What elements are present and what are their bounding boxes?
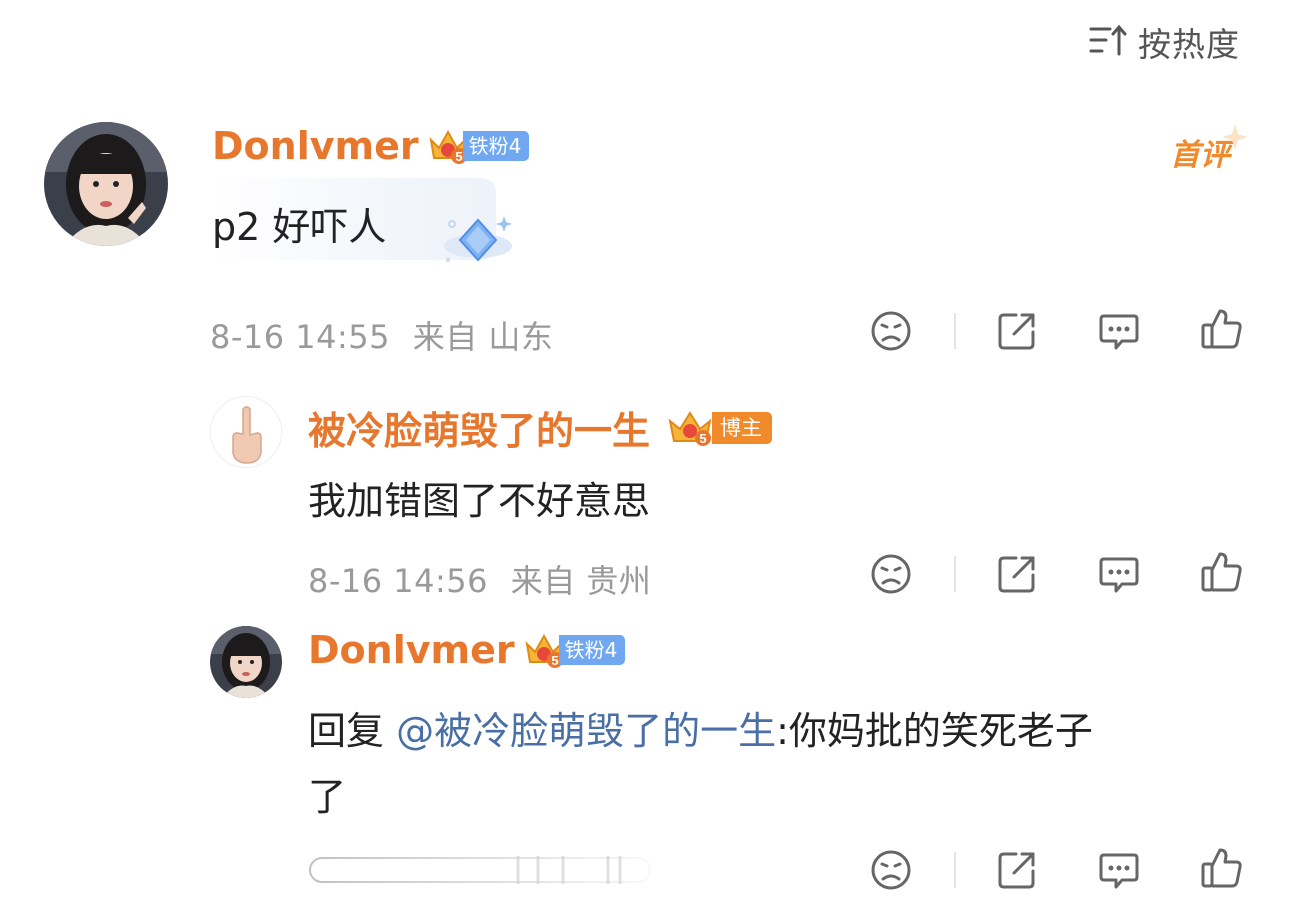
comment-time: 8-16 14:56 [308,562,489,600]
comment-1-header: Donlvmer 5 铁粉4 [212,124,530,168]
comment-location: 来自 贵州 [510,562,652,600]
reply-text: :你妈批的笑死老子 [776,709,1093,753]
comment-time: 8-16 14:55 [210,318,391,356]
comment-3-header: Donlvmer 5 铁粉4 [308,628,626,672]
like-icon[interactable] [1200,550,1244,594]
reply-prefix: 回复 [308,709,397,753]
username[interactable]: 被冷脸萌毁了的一生 [308,400,650,455]
svg-text:5: 5 [699,431,706,446]
divider [954,556,956,592]
avatar[interactable] [210,626,282,698]
sparkle-icon [1222,124,1248,150]
comment-2-header: 被冷脸萌毁了的一生 5 博主 [308,400,773,455]
sort-icon [1088,22,1128,62]
fan-badge-label: 铁粉4 [558,635,626,665]
comment-text: 我加错图了不好意思 [308,479,651,523]
crown-icon: 5 [668,410,712,446]
fan-badge[interactable]: 5 铁粉4 [523,632,626,668]
comment-text-line-1: 回复 @被冷脸萌毁了的一生:你妈批的笑死老子 [308,700,1093,755]
divider [954,313,956,349]
svg-text:5: 5 [455,149,462,164]
host-badge[interactable]: 5 博主 [666,410,773,446]
share-icon[interactable] [996,849,1038,891]
fan-badge-label: 铁粉4 [462,131,530,161]
username[interactable]: Donlvmer [212,124,419,168]
share-icon[interactable] [996,553,1038,595]
divider [954,852,956,888]
comment-icon[interactable] [1098,553,1140,595]
share-icon[interactable] [996,310,1038,352]
comment-icon[interactable] [1098,310,1140,352]
like-icon[interactable] [1200,307,1244,351]
sort-label: 按热度 [1138,25,1240,64]
comment-text-line-2: 了 [308,775,347,819]
sort-control[interactable]: 按热度 [1088,18,1240,66]
comment-icon[interactable] [1098,849,1140,891]
avatar[interactable] [210,396,282,468]
username[interactable]: Donlvmer [308,628,515,672]
comment-text: p2 好吓人 [212,205,387,249]
sad-face-icon[interactable] [870,310,912,352]
sad-face-icon[interactable] [870,553,912,595]
svg-text:5: 5 [551,653,558,668]
avatar[interactable] [44,122,168,246]
like-icon[interactable] [1200,846,1244,890]
comment-meta: 8-16 14:56 来自 贵州 [308,556,651,602]
fan-badge[interactable]: 5 铁粉4 [427,128,530,164]
meta-placeholder [308,850,658,890]
mention-link[interactable]: @被冷脸萌毁了的一生 [396,709,776,753]
diamond-decoration-icon [444,216,512,262]
sad-face-icon[interactable] [870,849,912,891]
comment-location: 来自 山东 [412,318,554,356]
comment-meta: 8-16 14:55 来自 山东 [210,312,553,358]
host-badge-label: 博主 [712,411,773,444]
